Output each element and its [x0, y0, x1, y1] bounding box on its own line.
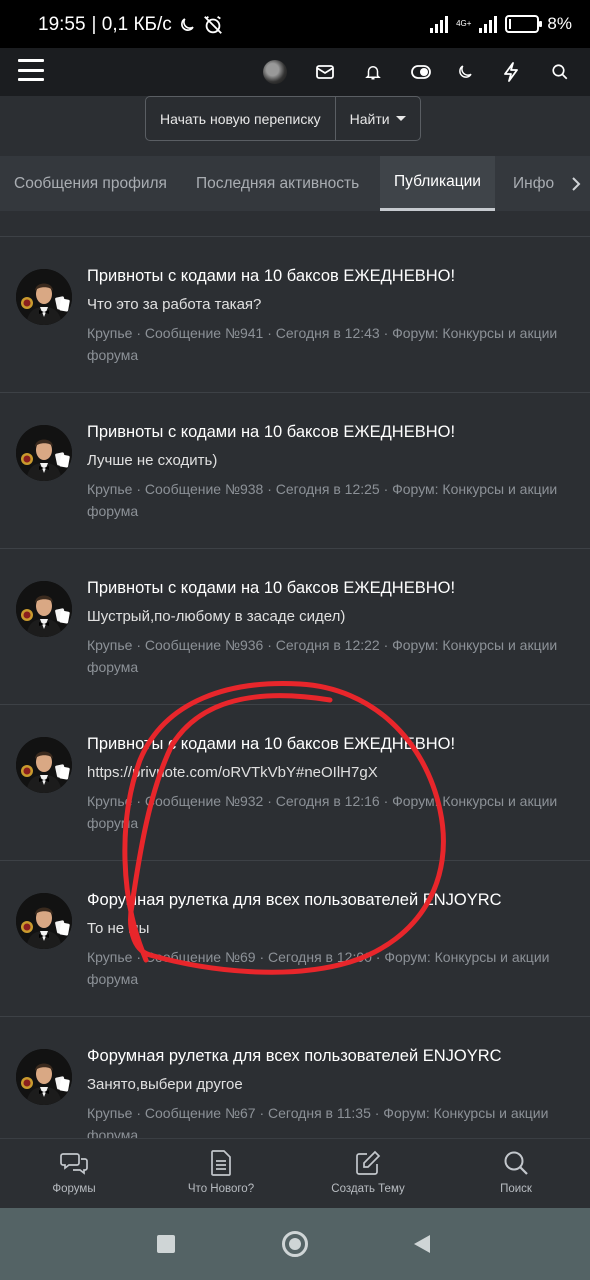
post-thread-title[interactable]: Форумная рулетка для всех пользователей …: [87, 891, 502, 910]
nav-forums[interactable]: Форумы: [4, 1139, 144, 1209]
tab-info[interactable]: Инфо: [513, 156, 554, 211]
nav-search[interactable]: Поиск: [446, 1139, 586, 1209]
post-snippet: https://privnote.com/oRVTkVbY#neOIlH7gX: [87, 764, 378, 781]
new-conversation-button[interactable]: Начать новую переписку: [146, 97, 335, 140]
moon-icon[interactable]: [450, 57, 480, 87]
author-avatar[interactable]: [16, 269, 72, 325]
menu-icon[interactable]: [18, 59, 44, 81]
post-snippet: Шустрый,по-любому в засаде сидел): [87, 608, 346, 625]
author-avatar[interactable]: [16, 1049, 72, 1105]
post-thread-title[interactable]: Форумная рулетка для всех пользователей …: [87, 1047, 502, 1066]
chat-bubbles-icon: [60, 1149, 88, 1177]
status-time: 19:55: [38, 14, 86, 35]
network-type: 4G+: [456, 19, 472, 28]
tab-postings[interactable]: Публикации: [380, 156, 495, 211]
post-meta: Крупье · Сообщение №69 · Сегодня в 12:00…: [87, 949, 550, 987]
chevron-right-icon: [572, 176, 581, 191]
signal-icon-2: [479, 15, 498, 33]
tabs-next-arrow[interactable]: [562, 156, 590, 211]
nav-search-label: Поиск: [500, 1183, 532, 1195]
edit-icon: [355, 1149, 381, 1177]
search-icon[interactable]: [545, 57, 575, 87]
nav-whats-new[interactable]: Что Нового?: [151, 1139, 291, 1209]
nav-create-thread[interactable]: Создать Тему: [298, 1139, 438, 1209]
post-snippet: Занято,выбери другое: [87, 1076, 243, 1093]
nav-whats-new-label: Что Нового?: [187, 1183, 255, 1195]
envelope-icon[interactable]: [310, 57, 340, 87]
post-item[interactable]: Форумная рулетка для всех пользователей …: [0, 861, 590, 1017]
posts-list: Привноты с кодами на 10 баксов ЕЖЕДНЕВНО…: [0, 236, 590, 1138]
avatar[interactable]: [260, 57, 290, 87]
network-speed: | 0,1 КБ/с: [91, 14, 172, 35]
post-meta: Крупье · Сообщение №936 · Сегодня в 12:2…: [87, 637, 558, 675]
moon-icon: [180, 18, 194, 31]
toggle-icon[interactable]: [406, 57, 436, 87]
nav-create-thread-label: Создать Тему: [331, 1183, 405, 1195]
nav-forums-label: Форумы: [52, 1183, 96, 1195]
post-thread-title[interactable]: Привноты с кодами на 10 баксов ЕЖЕДНЕВНО…: [87, 267, 455, 286]
post-thread-title[interactable]: Привноты с кодами на 10 баксов ЕЖЕДНЕВНО…: [87, 423, 455, 442]
battery-icon: [505, 15, 543, 33]
system-nav-bar: [0, 1208, 590, 1280]
post-item[interactable]: Форумная рулетка для всех пользователей …: [0, 1017, 590, 1138]
bottom-nav: Форумы Что Нового? Создать Тему Поиск: [0, 1138, 590, 1208]
post-snippet: То не мы: [87, 920, 150, 937]
document-icon: [210, 1149, 232, 1177]
app-bar: [0, 48, 590, 96]
recents-square-icon[interactable]: [157, 1235, 175, 1253]
post-item[interactable]: Привноты с кодами на 10 баксов ЕЖЕДНЕВНО…: [0, 393, 590, 549]
bolt-icon[interactable]: [496, 57, 526, 87]
alarm-off-icon: [203, 15, 222, 34]
post-item[interactable]: Привноты с кодами на 10 баксов ЕЖЕДНЕВНО…: [0, 705, 590, 861]
post-meta: Крупье · Сообщение №932 · Сегодня в 12:1…: [87, 793, 558, 831]
battery-percent: 8%: [547, 14, 572, 33]
find-label: Найти: [349, 110, 390, 127]
post-thread-title[interactable]: Привноты с кодами на 10 баксов ЕЖЕДНЕВНО…: [87, 579, 455, 598]
signal-icon: [430, 15, 449, 33]
home-circle-icon[interactable]: [282, 1231, 308, 1257]
post-snippet: Что это за работа такая?: [87, 296, 262, 313]
post-meta: Крупье · Сообщение №938 · Сегодня в 12:2…: [87, 481, 558, 519]
post-item[interactable]: Привноты с кодами на 10 баксов ЕЖЕДНЕВНО…: [0, 549, 590, 705]
status-bar: 19:55 | 0,1 КБ/с 4G+ 8%: [0, 0, 590, 48]
post-thread-title[interactable]: Привноты с кодами на 10 баксов ЕЖЕДНЕВНО…: [87, 735, 455, 754]
back-triangle-icon[interactable]: [413, 1234, 431, 1259]
post-item[interactable]: Привноты с кодами на 10 баксов ЕЖЕДНЕВНО…: [0, 237, 590, 393]
caret-down-icon: [395, 116, 406, 121]
author-avatar[interactable]: [16, 893, 72, 949]
tab-latest-activity[interactable]: Последняя активность: [196, 156, 359, 211]
profile-tabs: Сообщения профиля Последняя активность П…: [0, 156, 590, 211]
find-button[interactable]: Найти: [334, 97, 420, 140]
author-avatar[interactable]: [16, 581, 72, 637]
post-snippet: Лучше не сходить): [87, 452, 218, 469]
post-meta: Крупье · Сообщение №67 · Сегодня в 11:35…: [87, 1105, 549, 1138]
action-buttons: Начать новую переписку Найти: [145, 96, 421, 141]
search-icon: [503, 1149, 529, 1177]
author-avatar[interactable]: [16, 737, 72, 793]
tab-profile-posts[interactable]: Сообщения профиля: [14, 156, 167, 211]
post-meta: Крупье · Сообщение №941 · Сегодня в 12:4…: [87, 325, 558, 363]
author-avatar[interactable]: [16, 425, 72, 481]
bell-icon[interactable]: [358, 57, 388, 87]
